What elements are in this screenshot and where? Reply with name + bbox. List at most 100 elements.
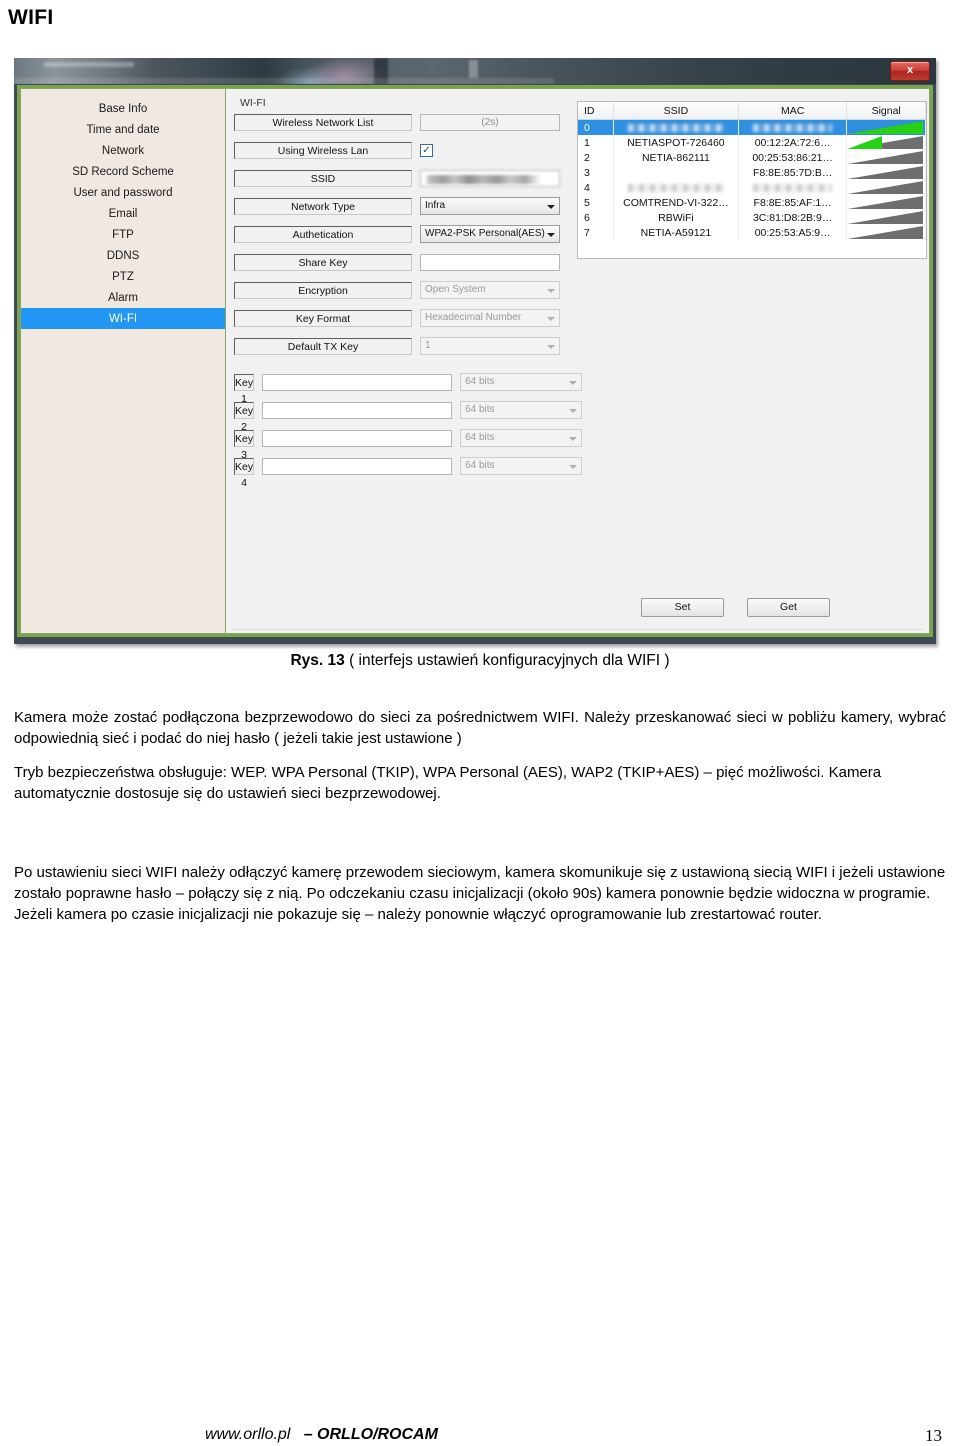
default-tx-key-select[interactable]: 1	[420, 337, 560, 355]
encryption-value: Open System	[425, 284, 486, 295]
key-4-bits-select[interactable]: 64 bits	[460, 457, 583, 475]
cell-mac: F8:8E:85:AF:1…	[738, 195, 848, 210]
signal-bar-track	[847, 211, 924, 224]
sidebar-item-alarm[interactable]: Alarm	[21, 287, 225, 308]
wireless-network-list-value[interactable]: (2s)	[420, 113, 560, 131]
cell-signal	[846, 180, 926, 195]
field-authetication: Authetication WPA2-PSK Personal(AES)	[234, 224, 564, 244]
key-3-bits-select[interactable]: 64 bits	[460, 429, 583, 447]
paragraph-3: Po ustawieniu sieci WIFI należy odłączyć…	[14, 864, 946, 923]
chevron-down-icon	[569, 409, 578, 413]
authetication-value: WPA2-PSK Personal(AES)	[425, 228, 545, 239]
figure-caption: Rys. 13 ( interfejs ustawień konfiguracy…	[0, 652, 960, 670]
key-3-label: Key 3	[234, 429, 255, 461]
key-1-input[interactable]	[262, 373, 453, 391]
cell-id: 7	[578, 225, 614, 240]
set-button[interactable]: Set	[641, 598, 724, 617]
default-tx-key-label: Default TX Key	[234, 337, 412, 355]
signal-bar-fill	[847, 136, 883, 149]
cell-signal	[846, 225, 926, 240]
cell-ssid	[613, 119, 739, 135]
cell-ssid	[613, 180, 739, 195]
sidebar-item-wifi[interactable]: WI-FI	[21, 308, 225, 329]
using-wireless-lan-label: Using Wireless Lan	[234, 141, 412, 159]
sidebar-item-ptz[interactable]: PTZ	[21, 266, 225, 287]
table-row[interactable]: 4	[578, 180, 926, 195]
authetication-select[interactable]: WPA2-PSK Personal(AES)	[420, 225, 560, 243]
key-format-select[interactable]: Hexadecimal Number	[420, 309, 560, 327]
get-button[interactable]: Get	[747, 598, 830, 617]
network-type-select[interactable]: Infra	[420, 197, 560, 215]
sidebar-item-time-and-date[interactable]: Time and date	[21, 119, 225, 140]
sidebar-item-base-info[interactable]: Base Info	[21, 98, 225, 119]
sidebar-item-sd-record-scheme[interactable]: SD Record Scheme	[21, 161, 225, 182]
cell-ssid: NETIA-A59121	[613, 225, 739, 240]
signal-strength-indicator	[847, 151, 924, 164]
key-3-input[interactable]	[262, 429, 453, 447]
field-ssid: SSID	[234, 168, 564, 188]
sidebar-item-ddns[interactable]: DDNS	[21, 245, 225, 266]
sidebar-item-ftp[interactable]: FTP	[21, 224, 225, 245]
cell-ssid: NETIASPOT-726460	[613, 135, 739, 150]
ssid-input[interactable]	[420, 169, 560, 187]
field-share-key: Share Key	[234, 252, 564, 272]
cell-ssid	[613, 165, 739, 180]
cell-id: 6	[578, 210, 614, 225]
chevron-down-icon	[569, 465, 578, 469]
footer-brand: – ORLLO/ROCAM	[303, 1426, 438, 1443]
signal-strength-indicator	[847, 226, 924, 239]
key-format-value: Hexadecimal Number	[425, 312, 522, 323]
close-icon[interactable]: x	[890, 61, 930, 81]
signal-strength-indicator	[847, 136, 924, 149]
field-key-3: Key 3 64 bits	[234, 428, 583, 461]
wireless-network-list-label: Wireless Network List	[234, 113, 412, 131]
table-row[interactable]: 0	[578, 119, 926, 135]
signal-bar-fill	[847, 121, 924, 134]
footer-site: www.orllo.pl	[205, 1426, 291, 1443]
signal-bar-track	[847, 151, 924, 164]
wifi-form: WI-FI Wireless Network List (2s) Using W…	[234, 97, 583, 489]
signal-strength-indicator	[847, 211, 924, 224]
authetication-label: Authetication	[234, 225, 412, 243]
key-4-input[interactable]	[262, 457, 453, 475]
sidebar-item-email[interactable]: Email	[21, 203, 225, 224]
encryption-select[interactable]: Open System	[420, 281, 560, 299]
key-format-label: Key Format	[234, 309, 412, 327]
cell-mac	[738, 180, 848, 195]
cell-id: 3	[578, 165, 614, 180]
table-row[interactable]: 2 NETIA-862111 00:25:53:86:21…	[578, 150, 926, 165]
signal-strength-indicator	[847, 166, 924, 179]
table-row[interactable]: 7 NETIA-A59121 00:25:53:A5:9…	[578, 225, 926, 240]
table-row[interactable]: 3 F8:8E:85:7D:B…	[578, 165, 926, 180]
key-1-bits-select[interactable]: 64 bits	[460, 373, 583, 391]
chevron-down-icon	[547, 289, 555, 293]
cell-mac	[738, 119, 848, 135]
table-row[interactable]: 5 COMTREND-VI-322… F8:8E:85:AF:1…	[578, 195, 926, 210]
key-2-input[interactable]	[262, 401, 453, 419]
field-network-type: Network Type Infra	[234, 196, 564, 216]
footer-attribution: www.orllo.pl – ORLLO/ROCAM	[205, 1426, 438, 1444]
table-body: 0 1 NETIASPOT-726460 00:12:2A:72:6… 2 NETIA-8…	[578, 119, 926, 240]
wireless-network-table[interactable]: ID SSID MAC Signal 0 1 NETIASPOT-726460 00:…	[577, 101, 927, 259]
sidebar-item-network[interactable]: Network	[21, 140, 225, 161]
paragraph-1: Kamera może zostać podłączona bezprzewod…	[14, 709, 946, 747]
cell-ssid: NETIA-862111	[613, 150, 739, 165]
network-type-label: Network Type	[234, 197, 412, 215]
cell-ssid: COMTREND-VI-322…	[613, 195, 739, 210]
table-row[interactable]: 1 NETIASPOT-726460 00:12:2A:72:6…	[578, 135, 926, 150]
using-wireless-lan-checkbox[interactable]: ✓	[420, 143, 433, 157]
sidebar-item-user-and-password[interactable]: User and password	[21, 182, 225, 203]
cell-id: 5	[578, 195, 614, 210]
chevron-down-icon	[569, 381, 578, 385]
share-key-input[interactable]	[420, 253, 560, 271]
cell-id: 4	[578, 180, 614, 195]
chevron-down-icon	[547, 345, 555, 349]
column-header-ssid: SSID	[613, 102, 739, 120]
table-row[interactable]: 6 RBWiFi 3C:81:D8:2B:9…	[578, 210, 926, 225]
key-2-bits-select[interactable]: 64 bits	[460, 401, 583, 419]
page-number: 13	[925, 1426, 942, 1445]
app-window-body: Base Info Time and date Network SD Recor…	[17, 85, 933, 637]
share-key-label: Share Key	[234, 253, 412, 271]
key-4-bits-value: 64 bits	[465, 460, 495, 471]
key-1-label: Key 1	[234, 373, 255, 405]
